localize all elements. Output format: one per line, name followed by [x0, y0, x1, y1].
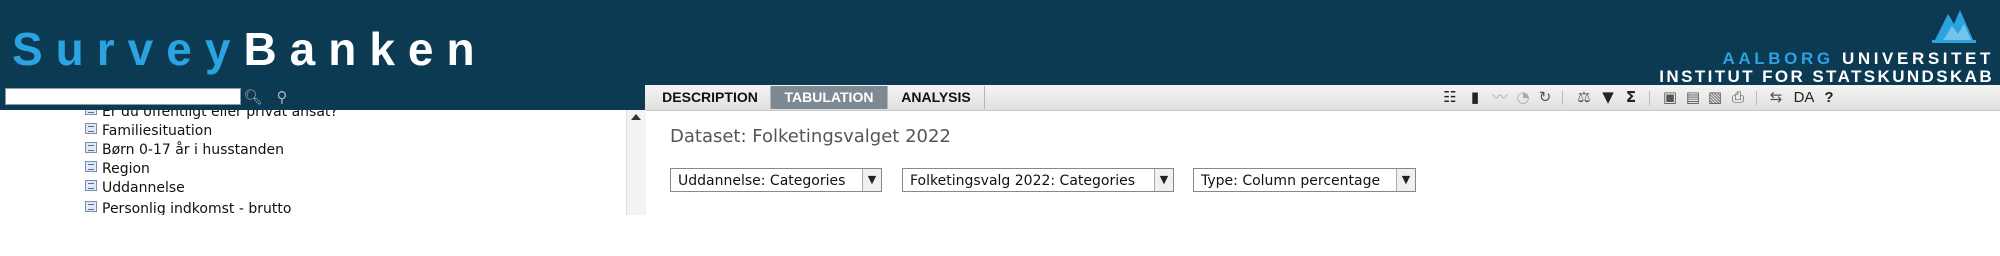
tab-description[interactable]: DESCRIPTION	[650, 86, 771, 109]
print-icon[interactable]: ⎙	[1728, 87, 1748, 108]
column-variable-value: Folketingsvalg 2022: Categories	[910, 173, 1136, 189]
tree-scrollbar[interactable]	[626, 110, 646, 215]
search-input[interactable]	[5, 88, 241, 105]
variable-icon	[85, 142, 97, 153]
chevron-down-icon: ▼	[862, 169, 881, 191]
language-toggle[interactable]: DA	[1790, 87, 1818, 108]
scroll-up-arrow-icon[interactable]	[631, 114, 641, 120]
tree-item-variable[interactable]: Region	[85, 159, 150, 179]
percentage-type-value: Type: Column percentage	[1201, 173, 1381, 189]
filter-icon[interactable]: ▼	[1598, 87, 1618, 108]
pie-chart-icon[interactable]: ◔	[1513, 87, 1533, 108]
variable-icon	[85, 161, 97, 172]
help-button[interactable]: ?	[1821, 87, 1837, 108]
tree-item-label: Personlig indkomst - brutto	[102, 201, 292, 215]
university-branding: AALBORG UNIVERSITET INSTITUT FOR STATSKU…	[1614, 6, 1994, 86]
tree-item-label: Familiesituation	[102, 123, 213, 139]
logo-part-banken: Banken	[243, 23, 488, 75]
row-variable-select[interactable]: Uddannelse: Categories ▼	[670, 168, 882, 192]
chevron-down-icon: ▼	[1154, 169, 1173, 191]
toolbar-divider	[1756, 91, 1757, 105]
toolbar-divider	[1562, 91, 1563, 105]
advanced-search-icon[interactable]: ⚲	[272, 87, 292, 107]
tree-item-label: Børn 0-17 år i husstanden	[102, 142, 284, 158]
bar-chart-icon[interactable]: ▮	[1465, 87, 1485, 108]
search-icon[interactable]: 🔍︎	[243, 87, 263, 107]
variable-icon	[85, 123, 97, 134]
dataset-title: Dataset: Folketingsvalget 2022	[670, 126, 951, 147]
university-name-aalborg: AALBORG	[1722, 49, 1834, 68]
variable-icon	[85, 201, 97, 212]
university-name-universitet: UNIVERSITET	[1841, 49, 1994, 68]
weight-icon[interactable]: ⚖	[1573, 87, 1595, 108]
tree-item-label: Er du offentligt eller privat ansat?	[102, 110, 338, 120]
university-seal-icon	[1932, 10, 1976, 43]
tree-item-label: Region	[102, 161, 150, 177]
tree-item-label: Uddannelse	[102, 180, 185, 196]
toolbar-divider	[1649, 91, 1650, 105]
export-chart-icon[interactable]: ▧	[1705, 87, 1725, 108]
tree-item-variable[interactable]: Familiesituation	[85, 121, 212, 141]
tree-item-variable[interactable]: Personlig indkomst - brutto	[85, 199, 291, 215]
tab-tabulation[interactable]: TABULATION	[771, 86, 888, 109]
tab-analysis[interactable]: ANALYSIS	[888, 86, 985, 109]
tree-item-variable[interactable]: Børn 0-17 år i husstanden	[85, 140, 284, 160]
line-chart-icon[interactable]: 〰	[1490, 87, 1510, 108]
surveybanken-logo[interactable]: SurveyBanken	[12, 26, 488, 72]
save-icon[interactable]: ▣	[1660, 87, 1680, 108]
percentage-type-select[interactable]: Type: Column percentage ▼	[1193, 168, 1416, 192]
column-variable-select[interactable]: Folketingsvalg 2022: Categories ▼	[902, 168, 1174, 192]
search-bar: 🔍︎ ⚲	[0, 85, 645, 110]
variable-tree: Er du offentligt eller privat ansat? Fam…	[0, 110, 625, 215]
row-variable-value: Uddannelse: Categories	[678, 173, 846, 189]
logo-part-survey: Survey	[12, 23, 244, 75]
tree-item-variable[interactable]: Uddannelse	[85, 178, 185, 198]
variable-icon	[85, 110, 97, 115]
tab-bar: DESCRIPTION TABULATION ANALYSIS ☷ ▮ 〰 ◔ …	[645, 85, 2000, 111]
export-excel-icon[interactable]: ▤	[1683, 87, 1703, 108]
swap-icon[interactable]: ⇆	[1765, 87, 1787, 108]
refresh-icon[interactable]: ↻	[1535, 87, 1555, 108]
sum-icon[interactable]: Σ	[1621, 87, 1641, 108]
header-banner: SurveyBanken AALBORG UNIVERSITET INSTITU…	[0, 0, 2000, 85]
institute-name: INSTITUT FOR STATSKUNDSKAB	[1659, 67, 1994, 86]
university-name: AALBORG UNIVERSITET	[1723, 50, 1994, 67]
variable-icon	[85, 180, 97, 191]
chevron-down-icon: ▼	[1396, 169, 1415, 191]
table-view-icon[interactable]: ☷	[1440, 87, 1460, 108]
